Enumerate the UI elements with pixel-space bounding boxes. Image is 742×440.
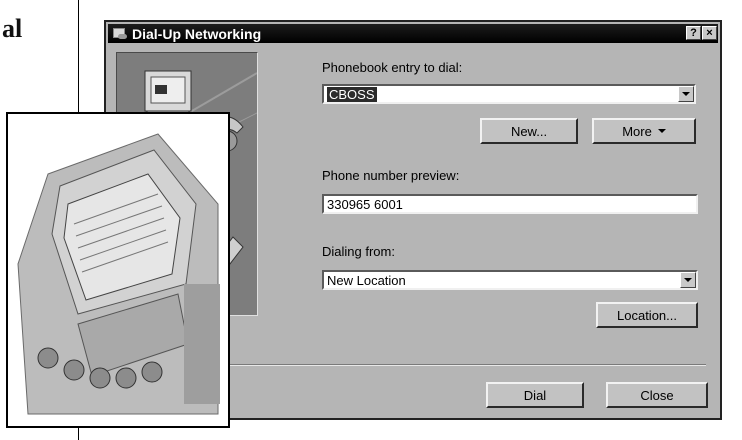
dialog-titlebar[interactable]: Dial-Up Networking ? ×	[108, 24, 718, 43]
chevron-down-icon[interactable]	[678, 86, 694, 102]
phonebook-entry-select[interactable]: CBOSS	[322, 84, 696, 104]
dialing-from-select[interactable]: New Location	[322, 270, 698, 290]
close-button[interactable]: Close	[606, 382, 708, 408]
dialog-title: Dial-Up Networking	[132, 25, 262, 42]
phone-number-preview-field[interactable]: 330965 6001	[322, 194, 698, 214]
chevron-down-icon[interactable]	[680, 272, 696, 288]
phonebook-entry-label: Phonebook entry to dial:	[322, 60, 463, 75]
help-button[interactable]: ?	[686, 26, 701, 40]
new-button[interactable]: New...	[480, 118, 578, 144]
dialing-from-label: Dialing from:	[322, 244, 395, 259]
dialing-from-value: New Location	[327, 273, 406, 288]
pda-photo	[6, 112, 230, 428]
location-button[interactable]: Location...	[596, 302, 698, 328]
dropdown-arrow-icon	[657, 129, 666, 133]
close-icon[interactable]: ×	[702, 26, 717, 40]
phone-number-preview-label: Phone number preview:	[322, 168, 460, 183]
dialup-networking-icon	[112, 27, 128, 41]
page-heading-fragment: al	[2, 14, 23, 43]
dial-button[interactable]: Dial	[486, 382, 584, 408]
phonebook-entry-value: CBOSS	[327, 87, 377, 102]
more-button[interactable]: More	[592, 118, 696, 144]
